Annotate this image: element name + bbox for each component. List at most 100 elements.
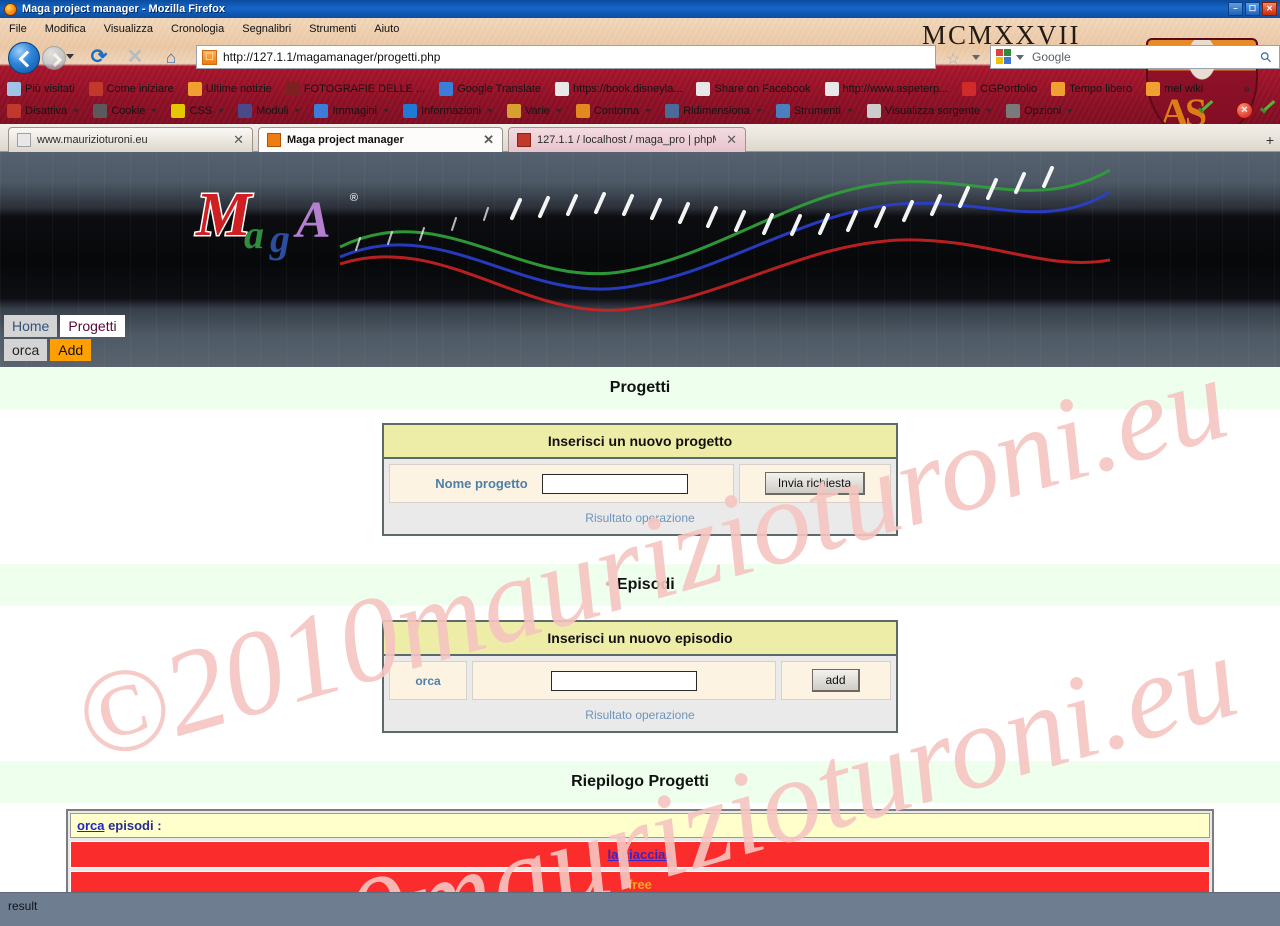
tab-label: www.maurizioturoni.eu (37, 134, 148, 146)
back-arrow-icon[interactable] (8, 42, 40, 74)
progetti-name-input[interactable] (541, 473, 688, 494)
new-tab-button[interactable]: + (1266, 132, 1274, 148)
bookmark-item-3[interactable]: Moduli (231, 103, 307, 118)
chevron-down-icon[interactable] (846, 108, 853, 113)
browser-tab-1[interactable]: Maga project manager ✕ (258, 127, 503, 152)
search-engine-chevron-icon[interactable] (1016, 54, 1024, 60)
chevron-down-icon[interactable] (1067, 108, 1074, 113)
menu-item-segnalibri[interactable]: Segnalibri (233, 20, 300, 38)
tab-close-icon[interactable]: ✕ (233, 132, 244, 148)
bookmark-item-6[interactable]: Varie (500, 103, 569, 118)
reload-icon[interactable]: ⟳ (88, 47, 110, 68)
maximize-button[interactable]: ☐ (1245, 2, 1260, 16)
chevron-down-icon[interactable] (645, 108, 652, 113)
bookmark-label: CGPortfolio (980, 82, 1038, 95)
episode-link[interactable]: la ciaccias (607, 847, 672, 862)
chevron-down-icon[interactable] (986, 108, 993, 113)
menu-item-modifica[interactable]: Modifica (36, 20, 95, 38)
minimize-button[interactable]: – (1228, 2, 1243, 16)
bookmark-item-0[interactable]: Disattiva (0, 103, 86, 118)
tab-close-icon[interactable]: ✕ (483, 132, 494, 148)
bookmark-item-8[interactable]: Ridimensiona (658, 103, 769, 118)
page-icon (555, 81, 570, 96)
check-mark-icon-1[interactable] (1196, 103, 1215, 118)
riepilogo-row[interactable]: la ciaccias (70, 841, 1210, 868)
bookmark-item-4[interactable]: Immagini (307, 103, 396, 118)
bookmark-label: Share on Facebook (714, 82, 811, 95)
bookmark-item-4[interactable]: Google Translate (432, 81, 548, 96)
stop-icon[interactable]: ✕ (124, 47, 146, 68)
chevron-down-icon[interactable] (73, 108, 80, 113)
browser-tab-0[interactable]: www.maurizioturoni.eu ✕ (8, 127, 253, 152)
nav-link-orca[interactable]: orca (4, 339, 48, 361)
menu-item-aiuto[interactable]: Aiuto (365, 20, 408, 38)
bookmark-item-10[interactable]: Visualizza sorgente (860, 103, 999, 118)
bookmark-item-11[interactable]: Opzioni (999, 103, 1080, 118)
episodi-name-input[interactable] (551, 670, 697, 691)
check-mark-icon-2[interactable] (1258, 103, 1277, 118)
status-bar: result (0, 892, 1280, 926)
close-button[interactable]: ✕ (1262, 2, 1277, 16)
url-dropdown-icon[interactable] (972, 55, 980, 60)
chevron-down-icon[interactable] (487, 108, 494, 113)
home-icon[interactable]: ⌂ (160, 48, 182, 68)
bookmark-label: Come iniziare (106, 82, 174, 95)
bookmark-star-icon[interactable]: ☆ (946, 49, 960, 69)
search-input[interactable]: Google (1032, 50, 1261, 64)
nav-link-add[interactable]: Add (50, 339, 92, 361)
nav-link-home[interactable]: Home (4, 315, 58, 337)
bookmarks-toolbar-row-2: Disattiva Cookie CSS Moduli Immagini Informaz… (0, 100, 1080, 121)
bookmark-item-6[interactable]: Share on Facebook (689, 81, 817, 96)
tab-close-icon[interactable]: ✕ (726, 132, 737, 148)
bookmark-item-2[interactable]: Ultime notizie (181, 81, 279, 96)
forward-arrow-icon[interactable] (42, 46, 66, 70)
episodi-form-body: orca add Risultato operazione (384, 656, 896, 731)
menu-item-file[interactable]: File (0, 20, 36, 38)
bookmark-item-1[interactable]: Cookie (86, 103, 164, 118)
info-icon (403, 103, 418, 118)
bookmark-item-2[interactable]: CSS (164, 103, 231, 118)
episodi-heading-text: Episodi (616, 576, 675, 593)
site-nav-row-1: Home Progetti (4, 315, 125, 337)
bookmark-item-7[interactable]: http://www.aspeterp... (818, 81, 956, 96)
bookmark-item-1[interactable]: Come iniziare (82, 81, 181, 96)
nav-link-progetti[interactable]: Progetti (60, 315, 125, 337)
search-bar[interactable]: Google ⚲ (990, 45, 1280, 69)
menu-item-visualizza[interactable]: Visualizza (95, 20, 162, 38)
logo-letter-g: g (270, 216, 290, 261)
chevron-down-icon[interactable] (294, 108, 301, 113)
menu-item-strumenti[interactable]: Strumenti (300, 20, 365, 38)
menu-item-cronologia[interactable]: Cronologia (162, 20, 233, 38)
bookmark-item-9[interactable]: Strumenti (769, 103, 860, 118)
close-badge-icon[interactable]: × (1236, 102, 1253, 119)
bookmark-item-10[interactable]: mel wiki (1139, 81, 1210, 96)
bookmark-item-5[interactable]: https://book.disneyla... (548, 81, 689, 96)
bookmark-item-9[interactable]: Tempo libero (1044, 81, 1139, 96)
url-bar[interactable]: ☐ http://127.1.1/magamanager/progetti.ph… (196, 45, 936, 69)
forms-icon (238, 103, 253, 118)
bookmark-item-0[interactable]: Più visitati (0, 81, 82, 96)
maga-favicon: ☐ (202, 49, 217, 65)
bookmark-item-7[interactable]: Contorna (569, 103, 658, 118)
chevron-down-icon[interactable] (755, 108, 762, 113)
chevron-down-icon[interactable] (151, 108, 158, 113)
chevron-down-icon[interactable] (218, 108, 225, 113)
url-input[interactable]: http://127.1.1/magamanager/progetti.php (223, 50, 440, 64)
chevron-down-icon[interactable] (555, 108, 562, 113)
bookmark-label: Varie (525, 104, 550, 117)
page-content: Progetti Inserisci un nuovo progetto Nom… (0, 367, 1280, 892)
maga-logo[interactable]: M a g A ® (194, 180, 358, 272)
bookmark-label: Ridimensiona (683, 104, 750, 117)
riepilogo-group-link[interactable]: orca (77, 818, 104, 833)
episode-free-slot: free (628, 877, 652, 892)
chevron-down-icon[interactable] (66, 54, 74, 59)
invia-richiesta-button[interactable]: Invia richiesta (764, 472, 866, 495)
browser-tab-2[interactable]: 127.1.1 / localhost / maga_pro | phpM...… (508, 127, 746, 152)
bookmark-item-3[interactable]: FOTOGRAFIE DELLE ... (279, 81, 432, 96)
bookmark-label: mel wiki (1164, 82, 1204, 95)
bookmark-item-5[interactable]: Informazioni (396, 103, 500, 118)
bookmark-item-8[interactable]: CGPortfolio (955, 81, 1044, 96)
add-episodio-button[interactable]: add (812, 669, 860, 692)
bookmarks-overflow-icon[interactable]: » (1243, 82, 1250, 96)
chevron-down-icon[interactable] (383, 108, 390, 113)
